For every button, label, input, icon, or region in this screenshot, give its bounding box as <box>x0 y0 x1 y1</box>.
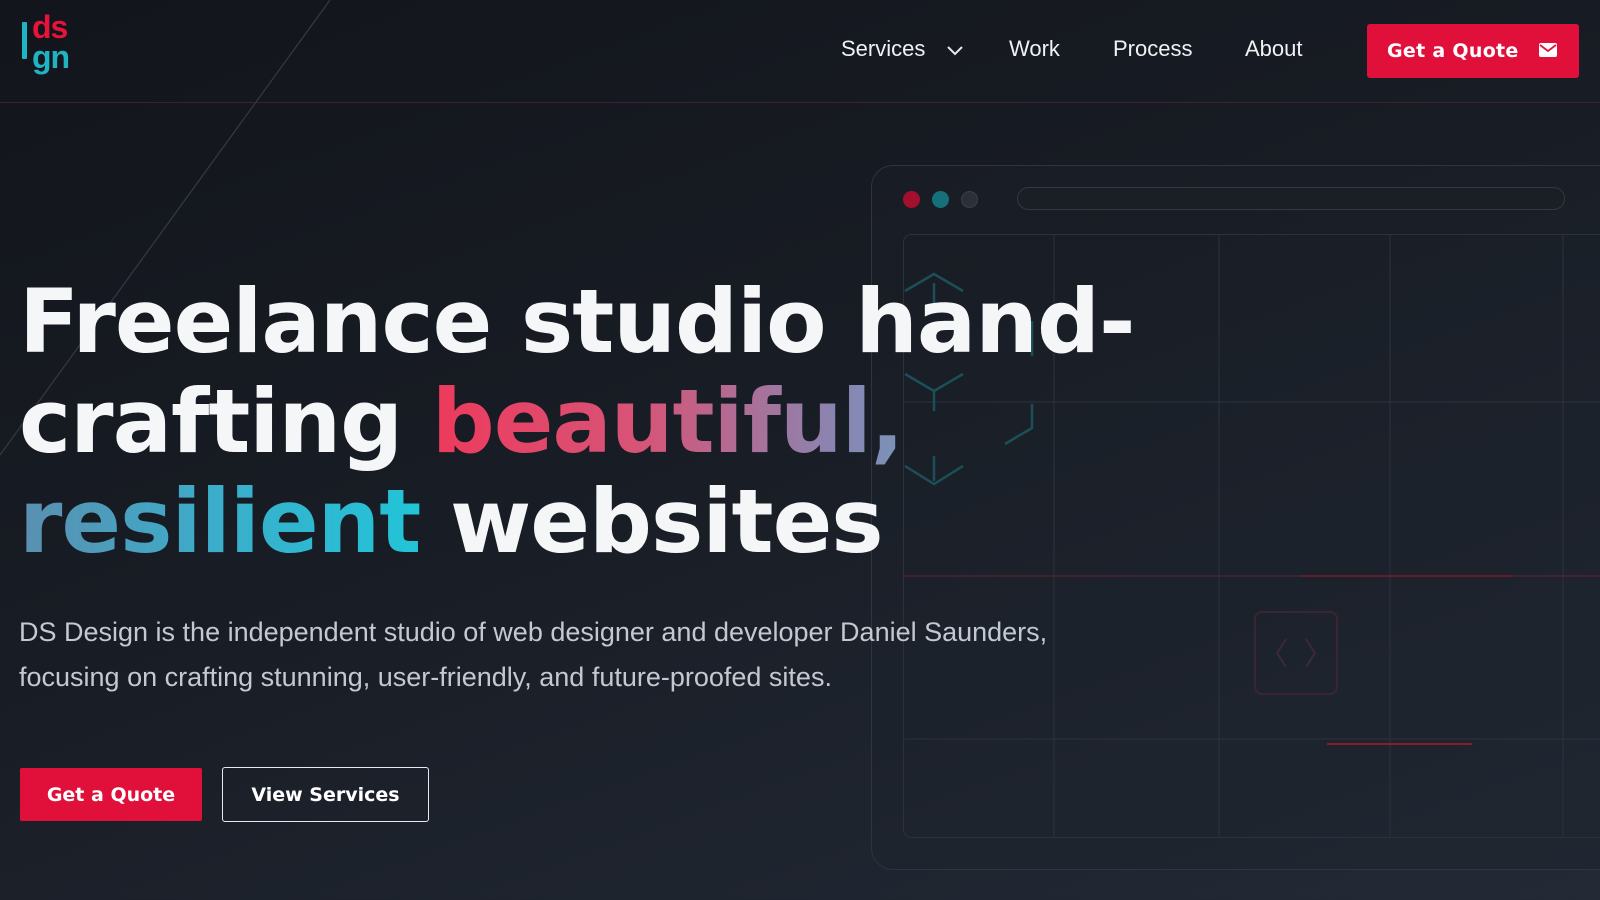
mail-icon <box>1539 43 1557 57</box>
view-services-button[interactable]: View Services <box>222 767 429 822</box>
hero-subtitle-line2: focusing on crafting stunning, user-frie… <box>19 662 832 692</box>
site-header: ds gn Services Work Process About Get a … <box>0 0 1600 103</box>
nav-services[interactable]: Services <box>841 36 925 62</box>
hero-title-line1: Freelance studio hand- <box>19 270 1135 373</box>
hero-subtitle: DS Design is the independent studio of w… <box>19 610 1199 700</box>
nav-work[interactable]: Work <box>1009 36 1060 62</box>
hero-title-highlight-resilient: resilient <box>19 470 421 573</box>
nav-about[interactable]: About <box>1245 36 1303 62</box>
hero-title-part3: websites <box>420 470 884 573</box>
main-nav: Services Work Process About Get a Quote <box>0 0 1600 100</box>
chevron-down-icon[interactable] <box>946 41 964 59</box>
nav-process[interactable]: Process <box>1113 36 1192 62</box>
hero-title-part2: crafting <box>19 370 432 473</box>
hero-subtitle-line1: DS Design is the independent studio of w… <box>19 617 1048 647</box>
code-icon <box>1254 611 1338 695</box>
hero-title-highlight-beautiful: beautiful, <box>431 370 904 473</box>
hero-get-quote-button[interactable]: Get a Quote <box>20 768 202 821</box>
hero-title: Freelance studio hand-crafting beautiful… <box>19 272 1219 572</box>
header-get-quote-button[interactable]: Get a Quote <box>1367 24 1579 78</box>
header-get-quote-label: Get a Quote <box>1387 40 1519 62</box>
